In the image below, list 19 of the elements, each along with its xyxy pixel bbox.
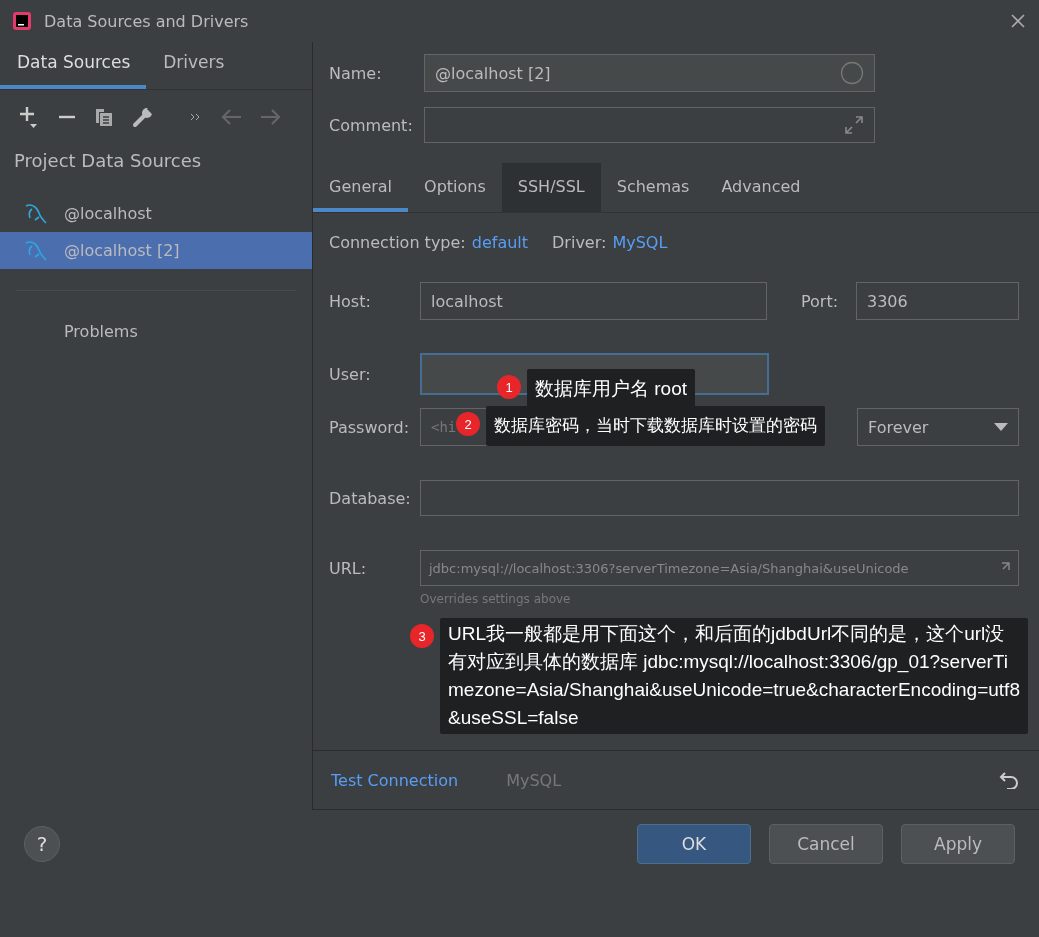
password-label: Password: xyxy=(329,417,411,437)
annotation-tooltip: 数据库密码，当时下载数据库时设置的密码 xyxy=(486,406,825,446)
url-label: URL: xyxy=(329,558,368,578)
annotation-tooltip: URL我一般都是用下面这个，和后面的jdbdUrl不同的是，这个url没有对应到具体的数据库 jdbc:mysql://localhost:3306/gp_01?serverTimezone=Asia/Shanghai&useUnicode=true&characterEncoding=utf8&useSSL=false xyxy=(440,618,1028,734)
number-badge: 3 xyxy=(410,624,434,648)
driver-name: MySQL xyxy=(506,770,563,790)
annotation-tooltip: 数据库用户名 root xyxy=(527,369,696,409)
name-label: Name: xyxy=(329,63,383,83)
url-hint: Overrides settings above xyxy=(419,591,572,606)
host-label: Host: xyxy=(329,291,372,311)
window-title: Data Sources and Drivers xyxy=(44,11,250,31)
connection-type-label: Connection type: xyxy=(329,233,466,252)
section-title: Project Data Sources xyxy=(14,150,203,171)
comment-label: Comment: xyxy=(329,115,414,135)
port-label: Port: xyxy=(801,291,840,311)
driver-label: Driver: xyxy=(552,233,607,252)
database-label: Database: xyxy=(329,488,412,508)
user-label: User: xyxy=(329,364,372,384)
number-badge: 1 xyxy=(497,375,521,399)
